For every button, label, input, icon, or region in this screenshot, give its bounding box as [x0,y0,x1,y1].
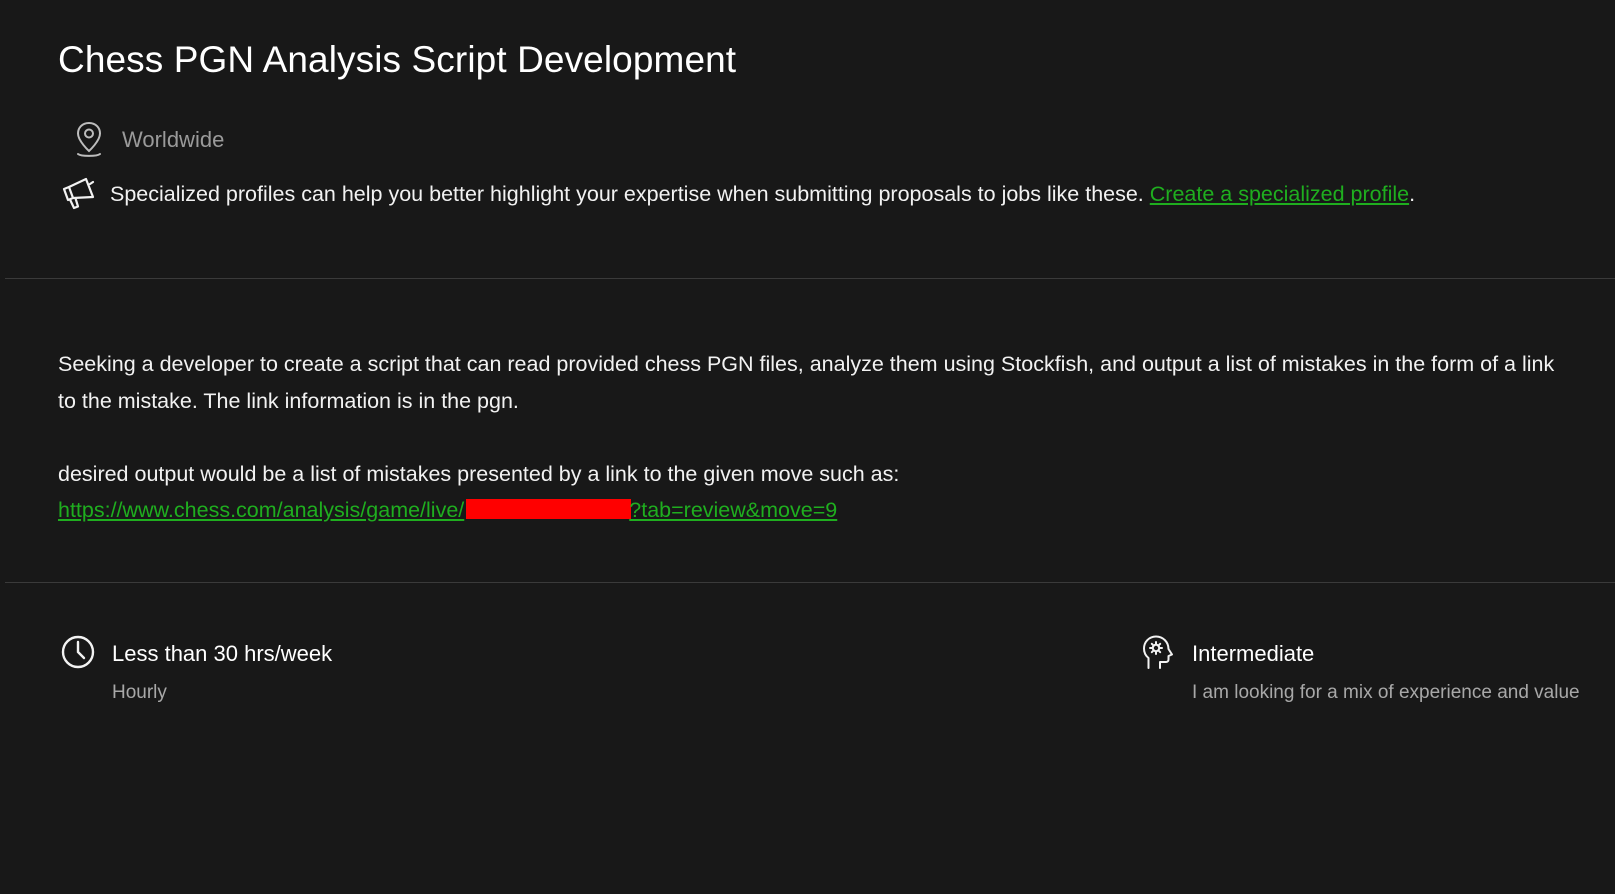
section-divider [5,582,1615,583]
job-details-page: Chess PGN Analysis Script Development Wo… [0,0,1615,894]
section-divider [5,278,1615,279]
experience-description: I am looking for a mix of experience and… [1192,682,1580,703]
link-prefix: https://www.chess.com/analysis/game/live… [58,498,465,522]
promo-suffix: . [1409,181,1416,206]
experience-level: Intermediate [1192,641,1315,666]
create-specialized-profile-link[interactable]: Create a specialized profile [1150,182,1409,206]
head-gear-icon [1143,635,1173,669]
megaphone-icon [62,177,95,210]
job-description: Seeking a developer to create a script t… [58,346,1578,529]
example-analysis-link[interactable]: https://www.chess.com/analysis/game/live… [58,498,837,522]
location-pin-icon [76,121,102,157]
description-paragraph: desired output would be a list of mistak… [58,461,900,486]
experience-level-detail: Intermediate I am looking for a mix of e… [1140,634,1580,711]
location-row: Worldwide [72,120,224,160]
specialized-profile-promo: Specialized profiles can help you better… [60,176,1575,212]
payment-type: Hourly [112,682,167,703]
job-header: Chess PGN Analysis Script Development [58,36,1575,84]
hours-per-week-detail: Less than 30 hrs/week Hourly [60,634,332,711]
hours-per-week: Less than 30 hrs/week [112,641,333,666]
link-suffix: ?tab=review&move=9 [629,498,838,522]
job-title: Chess PGN Analysis Script Development [58,39,737,80]
job-location: Worldwide [122,127,225,152]
promo-text: Specialized profiles can help you better… [110,181,1150,206]
redacted-game-id [466,499,632,519]
clock-icon [61,635,95,669]
description-paragraph: Seeking a developer to create a script t… [58,352,1555,413]
